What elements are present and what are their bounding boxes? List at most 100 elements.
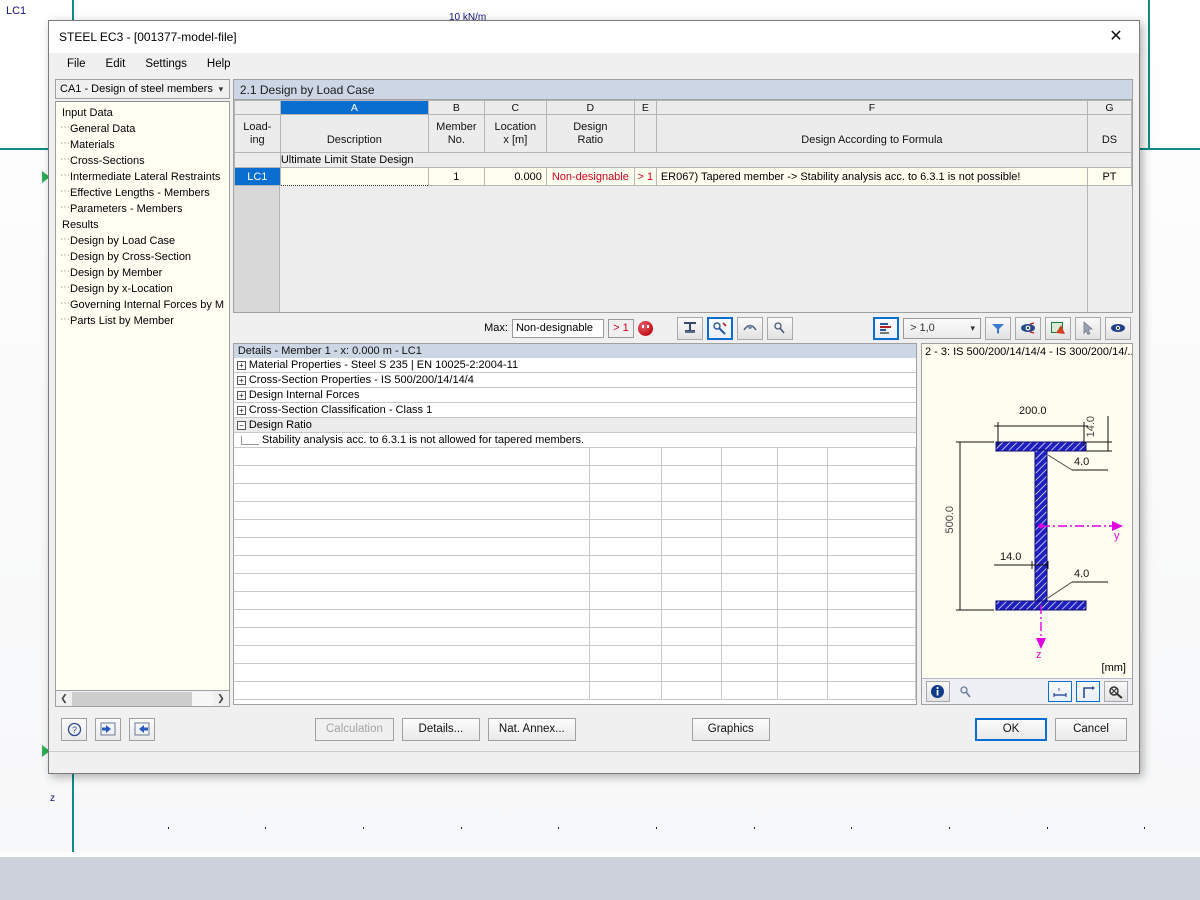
dialog-title-bar[interactable]: STEEL EC3 - [001377-model-file] ✕	[49, 21, 1139, 53]
go-previous-icon[interactable]	[95, 717, 121, 741]
tree-item-input-data[interactable]: Input Data	[60, 105, 229, 121]
tree-item-lateral-restraints[interactable]: Intermediate Lateral Restraints	[60, 168, 229, 185]
tree-item-cross-sections[interactable]: Cross-Sections	[60, 152, 229, 169]
expand-icon[interactable]: +	[236, 375, 246, 385]
cad-load-case-label: LC1	[6, 5, 27, 17]
axis-z-label: z	[1035, 649, 1042, 661]
collapse-icon[interactable]: −	[236, 420, 246, 430]
chevron-right-icon[interactable]: ❯	[213, 693, 229, 704]
tree-item-parts-list-by-member[interactable]: Parts List by Member	[60, 312, 229, 329]
tree-item-design-by-load-case[interactable]: Design by Load Case	[60, 232, 229, 249]
tree-item-governing-internal-forces[interactable]: Governing Internal Forces by M	[60, 296, 229, 313]
go-next-icon[interactable]	[129, 717, 155, 741]
details-item-cross-section-properties[interactable]: + Cross-Section Properties - IS 500/200/…	[233, 373, 916, 388]
column-letter-c[interactable]: C	[483, 100, 547, 115]
axis-y-label: y	[1113, 530, 1120, 542]
view-settings-icon[interactable]	[1014, 316, 1041, 340]
cell-loading[interactable]: LC1	[233, 167, 281, 186]
table-group-row: Ultimate Limit State Design	[233, 152, 1132, 168]
nat-annex-button[interactable]: Nat. Annex...	[487, 717, 576, 741]
details-empty-row	[233, 664, 916, 682]
details-empty-row	[233, 574, 916, 592]
menu-item-settings[interactable]: Settings	[135, 56, 197, 72]
design-case-combo-value: CA1 - Design of steel members	[60, 83, 213, 95]
units-label: [mm]	[1101, 662, 1126, 674]
cad-grid-dot	[656, 827, 657, 829]
cad-grid-dot	[168, 827, 169, 829]
cad-grid-dot	[1144, 827, 1145, 829]
tree-item-design-by-cross-section[interactable]: Design by Cross-Section	[60, 248, 229, 265]
result-diagram-icon[interactable]	[706, 316, 733, 340]
cell-ds[interactable]: PT	[1086, 167, 1132, 186]
close-icon[interactable]: ✕	[1093, 21, 1139, 53]
details-item-design-ratio[interactable]: − Design Ratio	[233, 418, 916, 433]
max-value-field: Non-designable	[511, 318, 604, 338]
header-location: Location x [m]	[483, 114, 547, 153]
design-case-combo[interactable]: CA1 - Design of steel members ▾	[55, 79, 230, 99]
details-item-cross-section-classification[interactable]: + Cross-Section Classification - Class 1	[233, 403, 916, 418]
table-empty-area[interactable]	[233, 186, 1132, 312]
export-excel-icon[interactable]	[1044, 316, 1071, 340]
visibility-eye-icon[interactable]	[1104, 316, 1131, 340]
navigator-tree[interactable]: Input Data General Data Materials Cross-…	[55, 101, 230, 691]
ok-button[interactable]: OK	[975, 717, 1047, 741]
column-letter-d[interactable]: D	[545, 100, 635, 115]
tree-item-general-data[interactable]: General Data	[60, 120, 229, 137]
expand-icon[interactable]: +	[236, 390, 246, 400]
details-item-design-internal-forces[interactable]: + Design Internal Forces	[233, 388, 916, 403]
tree-item-effective-lengths[interactable]: Effective Lengths - Members	[60, 184, 229, 201]
chevron-left-icon[interactable]: ❮	[56, 693, 72, 704]
tree-item-design-by-x-location[interactable]: Design by x-Location	[60, 280, 229, 297]
menu-item-edit[interactable]: Edit	[96, 56, 136, 72]
tree-item-label: Governing Internal Forces by M	[70, 299, 225, 311]
chevron-down-icon: ▾	[970, 322, 975, 333]
menu-item-file[interactable]: File	[57, 56, 96, 72]
column-letter-f[interactable]: F	[655, 100, 1088, 115]
tree-item-design-by-member[interactable]: Design by Member	[60, 264, 229, 281]
tree-item-results[interactable]: Results	[60, 217, 229, 233]
tree-item-label: Materials	[70, 139, 115, 151]
ratio-filter-select[interactable]: > 1,0 ▾	[902, 317, 981, 339]
column-letter-a[interactable]: A	[279, 100, 429, 115]
print-preview-icon[interactable]	[736, 316, 763, 340]
cell-ratio-flag[interactable]: > 1	[633, 167, 657, 186]
header-design-ratio: Design Ratio	[545, 114, 635, 153]
details-empty-row	[233, 682, 916, 700]
expand-icon[interactable]: +	[236, 360, 246, 370]
column-letter-e[interactable]: E	[633, 100, 657, 115]
scrollbar-track[interactable]	[72, 691, 213, 706]
cross-section-canvas[interactable]: 200.0 14.0 4.0 500.0 14.0 4.0 y z [mm]	[921, 360, 1132, 678]
graphics-button[interactable]: Graphics	[691, 717, 770, 741]
tree-branch-icon	[240, 435, 259, 445]
funnel-filter-icon[interactable]	[984, 316, 1011, 340]
filter-rows-icon[interactable]	[872, 316, 899, 340]
cell-formula[interactable]: ER067) Tapered member -> Stability analy…	[655, 167, 1088, 186]
details-empty-grid[interactable]	[233, 448, 916, 704]
cancel-button[interactable]: Cancel	[1055, 717, 1127, 741]
tree-item-materials[interactable]: Materials	[60, 136, 229, 153]
dialog-title: STEEL EC3 - [001377-model-file]	[59, 30, 237, 44]
column-letter-g[interactable]: G	[1086, 100, 1132, 115]
tree-item-parameters-members[interactable]: Parameters - Members	[60, 200, 229, 217]
menu-item-help[interactable]: Help	[197, 56, 241, 72]
help-icon[interactable]: ?	[61, 717, 87, 741]
details-item-material-properties[interactable]: + Material Properties - Steel S 235 | EN…	[233, 358, 916, 373]
calculation-button[interactable]: Calculation	[315, 717, 394, 741]
group-row-blank	[233, 152, 281, 168]
tree-item-label: Design by Cross-Section	[70, 251, 192, 263]
cell-design-ratio[interactable]: Non-designable	[545, 167, 635, 186]
details-empty-row	[233, 484, 916, 502]
navigator-horizontal-scrollbar[interactable]: ❮ ❯	[55, 691, 230, 707]
cross-section-values-icon[interactable]	[676, 316, 703, 340]
cell-location[interactable]: 0.000	[483, 167, 547, 186]
expand-icon[interactable]: +	[236, 405, 246, 415]
results-table[interactable]: A B C D E F G Load- ing Description Memb…	[232, 99, 1133, 313]
column-letter-b[interactable]: B	[427, 100, 485, 115]
scrollbar-thumb[interactable]	[72, 691, 192, 706]
details-item-label: Cross-Section Classification - Class 1	[248, 403, 433, 416]
color-pick-icon[interactable]	[766, 316, 793, 340]
cell-description[interactable]	[279, 167, 429, 186]
select-pointer-icon[interactable]	[1074, 316, 1101, 340]
cell-member-no[interactable]: 1	[427, 167, 485, 186]
details-button[interactable]: Details...	[401, 717, 480, 741]
